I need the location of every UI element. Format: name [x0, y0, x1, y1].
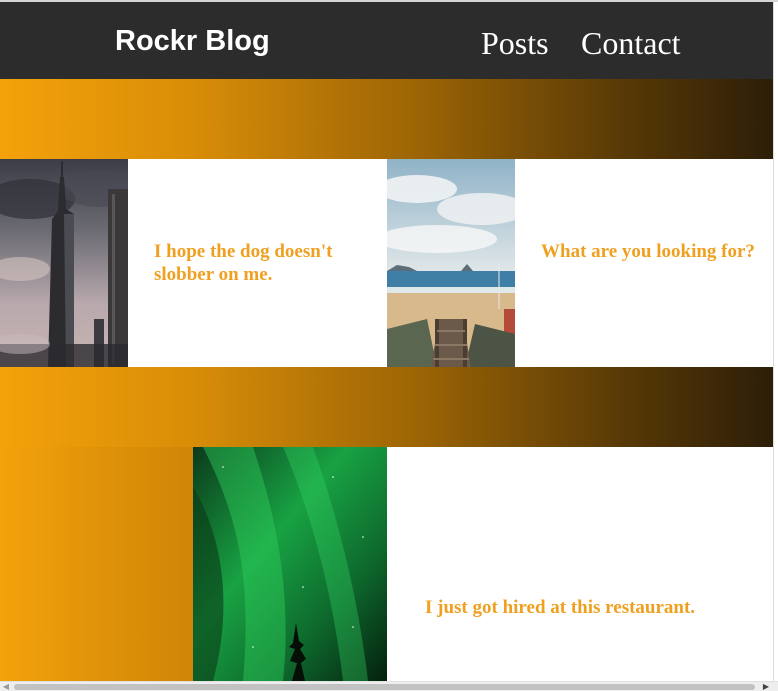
- post-card[interactable]: I just got hired at this restaurant.: [193, 447, 773, 681]
- post-thumbnail[interactable]: [387, 159, 515, 367]
- gradient-band-top: [0, 79, 773, 159]
- page: Rockr Blog Posts Contact I hope the dog …: [0, 0, 778, 691]
- site-header: Rockr Blog Posts Contact: [0, 2, 773, 79]
- post-card[interactable]: I hope the dog doesn't slobber on me.: [0, 159, 387, 367]
- post-thumbnail[interactable]: [0, 159, 128, 367]
- post-title[interactable]: I just got hired at this restaurant.: [425, 596, 765, 619]
- arrow-left-icon[interactable]: ◀: [2, 683, 10, 691]
- arrow-right-icon[interactable]: ▶: [762, 683, 770, 691]
- nav-contact-link[interactable]: Contact: [581, 24, 681, 62]
- brand-logo[interactable]: Rockr Blog: [115, 24, 270, 58]
- post-title[interactable]: What are you looking for?: [541, 240, 756, 263]
- skyscraper-photo-icon: [0, 159, 128, 367]
- nav-posts-link[interactable]: Posts: [481, 24, 549, 62]
- aurora-photo-icon: [193, 447, 387, 681]
- post-title[interactable]: I hope the dog doesn't slobber on me.: [154, 240, 364, 286]
- vertical-scrollbar[interactable]: [773, 2, 778, 681]
- horizontal-scrollbar[interactable]: ◀ ▶: [0, 681, 778, 691]
- post-thumbnail[interactable]: [193, 447, 387, 681]
- post-card[interactable]: What are you looking for?: [387, 159, 773, 367]
- gradient-panel-left: [0, 447, 193, 681]
- gradient-band-middle: [0, 367, 773, 447]
- beach-photo-icon: [387, 159, 515, 367]
- scrollbar-thumb[interactable]: [14, 684, 755, 690]
